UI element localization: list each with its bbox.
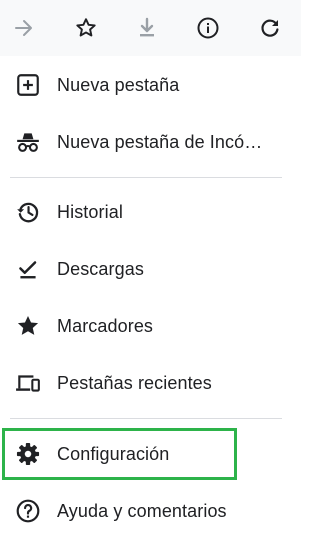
- menu-item-label: Descargas: [57, 258, 144, 279]
- settings-highlight-box: [2, 428, 237, 480]
- add-box-icon: [15, 72, 41, 98]
- download-page-button[interactable]: [127, 8, 167, 48]
- menu-item-new-incognito-tab[interactable]: Nueva pestaña de Incó…: [0, 118, 301, 166]
- menu-item-label: Nueva pestaña: [57, 74, 180, 95]
- download-icon: [140, 17, 154, 37]
- refresh-button[interactable]: [250, 8, 290, 48]
- menu-item-downloads[interactable]: Descargas: [0, 245, 301, 293]
- menu-item-label: Nueva pestaña de Incó…: [57, 131, 263, 152]
- bookmark-button[interactable]: [66, 8, 106, 48]
- overflow-menu: Nueva pestaña Nueva pestaña de Incó… His…: [0, 0, 301, 533]
- menu-item-history[interactable]: Historial: [0, 188, 301, 236]
- star-outline-icon: [76, 18, 96, 37]
- menu-item-label: Marcadores: [57, 315, 154, 336]
- devices-icon: [15, 370, 41, 396]
- incognito-icon: [15, 129, 41, 155]
- refresh-icon: [261, 19, 279, 37]
- menu-item-help-feedback[interactable]: Ayuda y comentarios: [0, 487, 301, 533]
- menu-item-label: Ayuda y comentarios: [57, 500, 227, 521]
- menu-item-label: Historial: [57, 201, 123, 222]
- forward-button[interactable]: [4, 8, 44, 48]
- menu-item-new-tab[interactable]: Nueva pestaña: [0, 61, 301, 109]
- menu-toolbar: [0, 0, 301, 56]
- history-icon: [15, 199, 41, 225]
- info-icon: [197, 17, 219, 39]
- page-info-button[interactable]: [188, 8, 228, 48]
- menu-divider: [10, 177, 282, 178]
- menu-item-label: Pestañas recientes: [57, 372, 212, 393]
- menu-item-recent-tabs[interactable]: Pestañas recientes: [0, 359, 301, 407]
- menu-item-bookmarks[interactable]: Marcadores: [0, 302, 301, 350]
- help-icon: [15, 498, 41, 524]
- menu-divider: [10, 418, 282, 419]
- star-filled-icon: [15, 313, 41, 339]
- download-done-icon: [15, 256, 41, 282]
- arrow-forward-icon: [15, 20, 32, 36]
